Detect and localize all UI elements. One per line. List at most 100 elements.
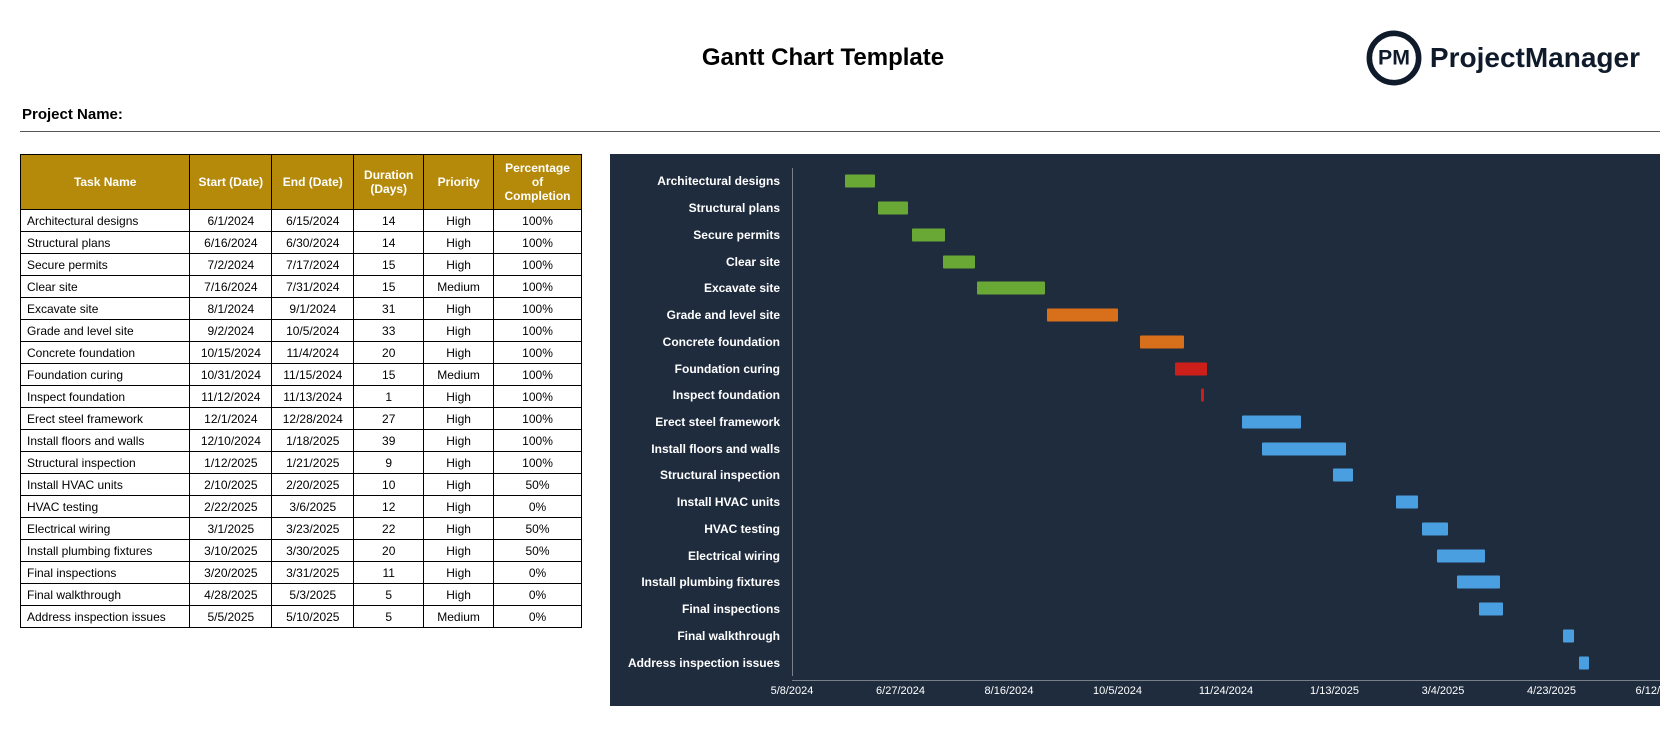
cell-priority[interactable]: High	[424, 496, 494, 518]
cell-duration[interactable]: 22	[354, 518, 424, 540]
cell-priority[interactable]: High	[424, 210, 494, 232]
cell-start[interactable]: 10/31/2024	[190, 364, 272, 386]
cell-end[interactable]: 11/15/2024	[272, 364, 354, 386]
cell-task[interactable]: Address inspection issues	[21, 606, 190, 628]
cell-pct[interactable]: 100%	[494, 254, 582, 276]
cell-priority[interactable]: High	[424, 386, 494, 408]
cell-pct[interactable]: 100%	[494, 408, 582, 430]
cell-start[interactable]: 6/1/2024	[190, 210, 272, 232]
cell-pct[interactable]: 100%	[494, 320, 582, 342]
cell-end[interactable]: 3/6/2025	[272, 496, 354, 518]
cell-task[interactable]: Architectural designs	[21, 210, 190, 232]
cell-pct[interactable]: 0%	[494, 496, 582, 518]
cell-start[interactable]: 6/16/2024	[190, 232, 272, 254]
cell-pct[interactable]: 100%	[494, 386, 582, 408]
cell-pct[interactable]: 100%	[494, 232, 582, 254]
cell-pct[interactable]: 100%	[494, 210, 582, 232]
cell-duration[interactable]: 14	[354, 232, 424, 254]
cell-task[interactable]: Install HVAC units	[21, 474, 190, 496]
cell-start[interactable]: 9/2/2024	[190, 320, 272, 342]
cell-task[interactable]: Excavate site	[21, 298, 190, 320]
cell-duration[interactable]: 5	[354, 606, 424, 628]
cell-task[interactable]: Foundation curing	[21, 364, 190, 386]
cell-task[interactable]: Final walkthrough	[21, 584, 190, 606]
cell-end[interactable]: 10/5/2024	[272, 320, 354, 342]
cell-duration[interactable]: 14	[354, 210, 424, 232]
cell-task[interactable]: Final inspections	[21, 562, 190, 584]
cell-duration[interactable]: 10	[354, 474, 424, 496]
cell-priority[interactable]: Medium	[424, 364, 494, 386]
cell-start[interactable]: 8/1/2024	[190, 298, 272, 320]
cell-end[interactable]: 6/15/2024	[272, 210, 354, 232]
cell-priority[interactable]: High	[424, 298, 494, 320]
cell-end[interactable]: 3/30/2025	[272, 540, 354, 562]
cell-priority[interactable]: High	[424, 408, 494, 430]
cell-duration[interactable]: 31	[354, 298, 424, 320]
cell-task[interactable]: Install floors and walls	[21, 430, 190, 452]
cell-end[interactable]: 5/10/2025	[272, 606, 354, 628]
cell-priority[interactable]: High	[424, 518, 494, 540]
cell-duration[interactable]: 12	[354, 496, 424, 518]
cell-end[interactable]: 12/28/2024	[272, 408, 354, 430]
cell-start[interactable]: 2/10/2025	[190, 474, 272, 496]
cell-end[interactable]: 7/31/2024	[272, 276, 354, 298]
cell-start[interactable]: 7/2/2024	[190, 254, 272, 276]
cell-duration[interactable]: 27	[354, 408, 424, 430]
cell-pct[interactable]: 100%	[494, 452, 582, 474]
cell-pct[interactable]: 100%	[494, 430, 582, 452]
cell-start[interactable]: 3/10/2025	[190, 540, 272, 562]
cell-task[interactable]: Secure permits	[21, 254, 190, 276]
cell-pct[interactable]: 50%	[494, 518, 582, 540]
cell-pct[interactable]: 100%	[494, 298, 582, 320]
cell-duration[interactable]: 5	[354, 584, 424, 606]
cell-end[interactable]: 5/3/2025	[272, 584, 354, 606]
cell-end[interactable]: 6/30/2024	[272, 232, 354, 254]
cell-end[interactable]: 9/1/2024	[272, 298, 354, 320]
cell-pct[interactable]: 100%	[494, 276, 582, 298]
cell-priority[interactable]: High	[424, 232, 494, 254]
cell-start[interactable]: 5/5/2025	[190, 606, 272, 628]
cell-duration[interactable]: 15	[354, 254, 424, 276]
cell-duration[interactable]: 20	[354, 540, 424, 562]
cell-duration[interactable]: 1	[354, 386, 424, 408]
cell-task[interactable]: Grade and level site	[21, 320, 190, 342]
cell-pct[interactable]: 50%	[494, 474, 582, 496]
cell-priority[interactable]: High	[424, 562, 494, 584]
cell-start[interactable]: 12/10/2024	[190, 430, 272, 452]
cell-priority[interactable]: High	[424, 342, 494, 364]
cell-duration[interactable]: 11	[354, 562, 424, 584]
cell-end[interactable]: 1/21/2025	[272, 452, 354, 474]
cell-duration[interactable]: 9	[354, 452, 424, 474]
cell-end[interactable]: 11/4/2024	[272, 342, 354, 364]
cell-priority[interactable]: High	[424, 320, 494, 342]
cell-pct[interactable]: 0%	[494, 606, 582, 628]
cell-duration[interactable]: 20	[354, 342, 424, 364]
cell-task[interactable]: HVAC testing	[21, 496, 190, 518]
cell-pct[interactable]: 100%	[494, 364, 582, 386]
cell-pct[interactable]: 0%	[494, 584, 582, 606]
cell-duration[interactable]: 15	[354, 276, 424, 298]
cell-end[interactable]: 11/13/2024	[272, 386, 354, 408]
cell-priority[interactable]: High	[424, 430, 494, 452]
cell-priority[interactable]: Medium	[424, 276, 494, 298]
cell-pct[interactable]: 50%	[494, 540, 582, 562]
cell-task[interactable]: Concrete foundation	[21, 342, 190, 364]
cell-priority[interactable]: High	[424, 254, 494, 276]
cell-pct[interactable]: 100%	[494, 342, 582, 364]
cell-start[interactable]: 10/15/2024	[190, 342, 272, 364]
cell-end[interactable]: 3/23/2025	[272, 518, 354, 540]
cell-end[interactable]: 3/31/2025	[272, 562, 354, 584]
cell-task[interactable]: Install plumbing fixtures	[21, 540, 190, 562]
cell-priority[interactable]: High	[424, 540, 494, 562]
cell-task[interactable]: Inspect foundation	[21, 386, 190, 408]
cell-task[interactable]: Clear site	[21, 276, 190, 298]
cell-end[interactable]: 7/17/2024	[272, 254, 354, 276]
cell-duration[interactable]: 39	[354, 430, 424, 452]
cell-start[interactable]: 11/12/2024	[190, 386, 272, 408]
cell-start[interactable]: 3/1/2025	[190, 518, 272, 540]
cell-start[interactable]: 2/22/2025	[190, 496, 272, 518]
cell-priority[interactable]: Medium	[424, 606, 494, 628]
cell-priority[interactable]: High	[424, 474, 494, 496]
cell-start[interactable]: 7/16/2024	[190, 276, 272, 298]
cell-start[interactable]: 1/12/2025	[190, 452, 272, 474]
